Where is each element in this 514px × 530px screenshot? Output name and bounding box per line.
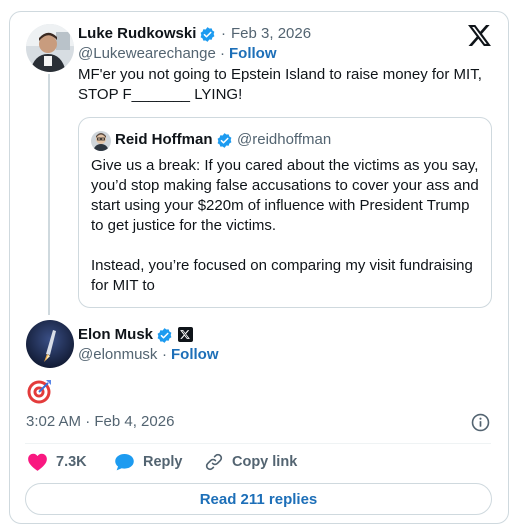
main-handle[interactable]: @elonmusk — [78, 346, 157, 363]
read-replies-button[interactable]: Read 211 replies — [25, 483, 492, 515]
quoted-text-line-4: to get justice for the victims. — [91, 217, 277, 234]
avatar-luke-rudkowski[interactable] — [26, 24, 74, 72]
parent-date[interactable]: Feb 3, 2026 — [231, 25, 311, 42]
thread-connector-line — [48, 74, 50, 315]
reply-button[interactable]: Reply — [114, 452, 183, 472]
divider — [25, 443, 491, 444]
parent-tweet-text-line-1: MF'er you not going to Epstein Island to… — [78, 66, 482, 83]
like-button[interactable]: 7.3K — [27, 452, 87, 472]
quoted-text-line-7: for MIT to — [91, 277, 155, 294]
dot-separator: · — [221, 25, 226, 42]
follow-button-elon[interactable]: Follow — [171, 346, 219, 363]
reply-bubble-icon — [115, 453, 134, 471]
heart-icon — [28, 453, 47, 471]
copy-link-label: Copy link — [232, 454, 298, 470]
quoted-author-name: Reid Hoffman — [115, 131, 213, 148]
x-logo-icon[interactable] — [468, 25, 491, 46]
quoted-text-line-2: you’d stop making false accusations to c… — [91, 177, 479, 194]
parent-tweet-text-line-2: STOP F_______ LYING! — [78, 86, 243, 103]
verified-badge-icon — [200, 27, 215, 42]
target-emoji: 🎯 — [26, 377, 54, 405]
parent-handle[interactable]: @Lukewearechange — [78, 45, 216, 62]
avatar-reid-hoffman — [91, 131, 111, 151]
quoted-text-line-3: start using your $220m of influence with… — [91, 197, 470, 214]
like-count: 7.3K — [56, 454, 87, 470]
dot-separator: · — [220, 45, 225, 62]
quoted-text-line-6: Instead, you’re focused on comparing my … — [91, 257, 473, 274]
copy-link-button[interactable]: Copy link — [204, 452, 297, 472]
parent-author-name[interactable]: Luke Rudkowski — [78, 25, 196, 42]
main-author-name[interactable]: Elon Musk — [78, 326, 153, 343]
verified-badge-icon — [217, 133, 232, 148]
dot-separator: · — [162, 346, 167, 363]
avatar-elon-musk[interactable] — [26, 320, 74, 368]
quoted-text-line-1: Give us a break: If you cared about the … — [91, 157, 479, 174]
verified-badge-icon — [157, 328, 172, 343]
quoted-handle: @reidhoffman — [237, 131, 332, 148]
follow-button-luke[interactable]: Follow — [229, 45, 277, 62]
link-icon — [205, 453, 223, 471]
info-icon[interactable] — [471, 413, 490, 432]
reply-label: Reply — [143, 454, 183, 470]
x-affiliate-badge-icon — [178, 327, 193, 342]
tweet-timestamp[interactable]: 3:02 AM · Feb 4, 2026 — [26, 413, 174, 430]
